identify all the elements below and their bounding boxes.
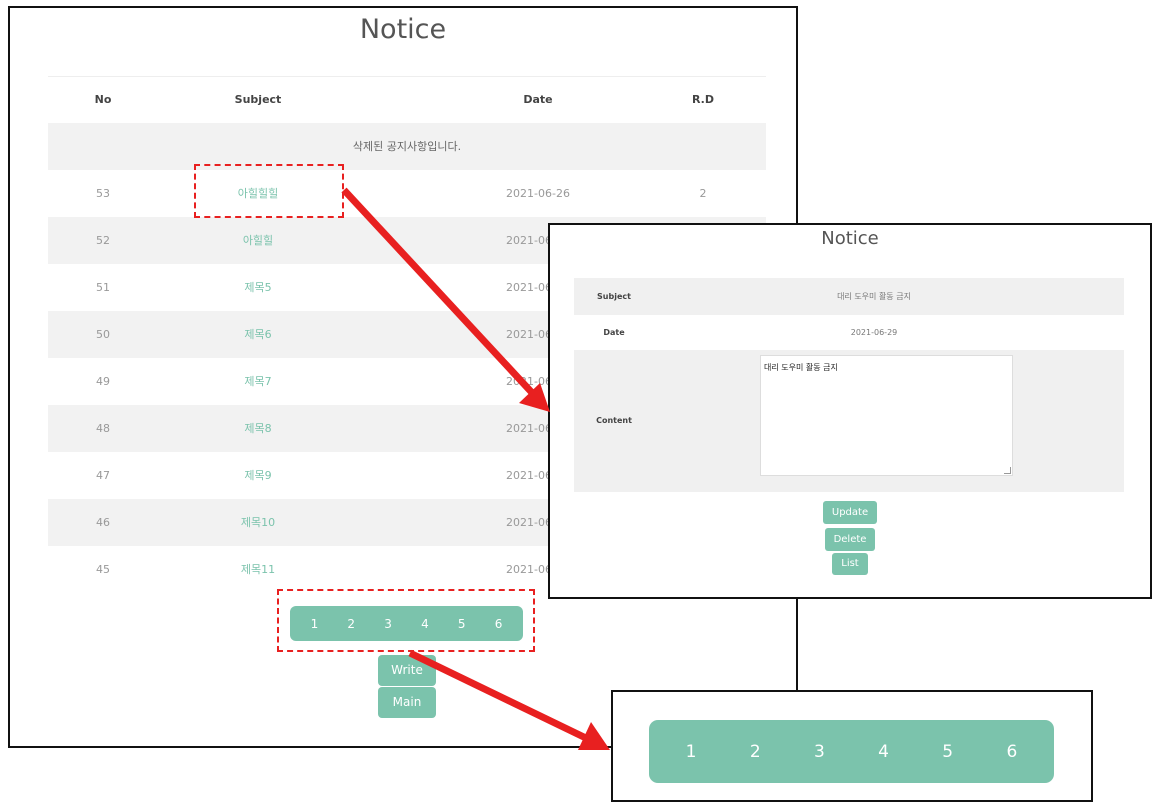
page-link-6[interactable]: 6 <box>1006 742 1017 762</box>
main-button[interactable]: Main <box>378 687 436 718</box>
page-link-1[interactable]: 1 <box>686 742 697 762</box>
table-header-row: No Subject Date R.D <box>48 76 766 123</box>
row-number: 47 <box>96 469 110 482</box>
subject-label: Subject <box>597 292 631 301</box>
row-number: 53 <box>96 187 110 200</box>
page-link-3[interactable]: 3 <box>814 742 825 762</box>
row-number: 50 <box>96 328 110 341</box>
notice-subject-link[interactable]: 제목5 <box>244 281 271 294</box>
table-row[interactable]: 53 아힐힐힐 2021-06-26 2 <box>48 170 766 217</box>
notice-subject-link[interactable]: 제목10 <box>241 516 275 529</box>
deleted-message: 삭제된 공지사항입니다. <box>352 140 462 153</box>
date-value: 2021-06-29 <box>850 328 898 337</box>
content-row: Content 대리 도우미 활동 금지 <box>574 350 1124 492</box>
content-label: Content <box>596 416 632 425</box>
resize-handle-icon[interactable] <box>1004 467 1011 474</box>
delete-button[interactable]: Delete <box>825 528 875 551</box>
notice-subject-link[interactable]: 아힐힐 <box>243 234 273 247</box>
row-number: 49 <box>96 375 110 388</box>
page-link-2[interactable]: 2 <box>750 742 761 762</box>
row-number: 51 <box>96 281 110 294</box>
deleted-notice-row: 삭제된 공지사항입니다. <box>48 123 766 170</box>
notice-subject-link[interactable]: 제목7 <box>244 375 271 388</box>
row-number: 52 <box>96 234 110 247</box>
pagination-zoomed: 1 2 3 4 5 6 <box>649 720 1054 783</box>
row-number: 46 <box>96 516 110 529</box>
page-link-5[interactable]: 5 <box>942 742 953 762</box>
subject-row: Subject 대리 도우미 활동 금지 <box>574 278 1124 315</box>
notice-subject-link[interactable]: 제목6 <box>244 328 271 341</box>
row-read-count: 2 <box>699 187 707 200</box>
notice-subject-link[interactable]: 제목8 <box>244 422 271 435</box>
column-header-rd: R.D <box>692 93 714 106</box>
date-label: Date <box>603 328 625 337</box>
list-button[interactable]: List <box>832 553 868 575</box>
date-row: Date 2021-06-29 <box>574 315 1124 350</box>
notice-subject-link[interactable]: 제목9 <box>244 469 271 482</box>
subject-value: 대리 도우미 활동 금지 <box>837 292 911 301</box>
column-header-no: No <box>94 93 112 106</box>
write-button[interactable]: Write <box>378 655 436 686</box>
column-header-date: Date <box>523 93 553 106</box>
content-textarea[interactable]: 대리 도우미 활동 금지 <box>760 355 1013 476</box>
row-number: 45 <box>96 563 110 576</box>
row-number: 48 <box>96 422 110 435</box>
pagination-highlight-box <box>277 589 535 652</box>
detail-title: Notice <box>821 228 879 249</box>
pagination-zoom-panel: 1 2 3 4 5 6 <box>611 690 1093 802</box>
page-title: Notice <box>359 14 447 45</box>
row-date: 2021-06-26 <box>506 187 570 200</box>
page-link-4[interactable]: 4 <box>878 742 889 762</box>
update-button[interactable]: Update <box>823 501 877 524</box>
content-text: 대리 도우미 활동 금지 <box>764 363 838 372</box>
subject-highlight-box <box>194 164 344 218</box>
notice-subject-link[interactable]: 제목11 <box>241 563 275 576</box>
column-header-subject: Subject <box>234 93 282 106</box>
notice-detail-panel: Notice Subject 대리 도우미 활동 금지 Date 2021-06… <box>548 223 1152 599</box>
